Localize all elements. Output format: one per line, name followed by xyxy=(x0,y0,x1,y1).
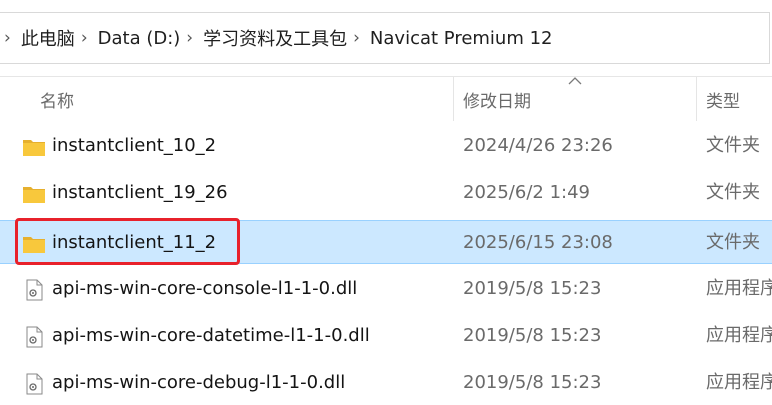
file-name: api-ms-win-core-console-l1-1-0.dll xyxy=(52,278,358,299)
breadcrumb-item-drive[interactable]: › Data (D:) xyxy=(75,28,180,49)
breadcrumb-item-study-folder[interactable]: › 学习资料及工具包 xyxy=(180,25,347,51)
file-name: instantclient_19_26 xyxy=(52,182,228,203)
column-header-label: 名称 xyxy=(40,91,74,112)
chevron-right-icon[interactable]: › xyxy=(186,28,193,48)
file-type: 应用程序扩展 xyxy=(706,278,772,299)
column-header-type[interactable]: 类型 xyxy=(706,77,772,121)
breadcrumb-item-this-pc[interactable]: › 此电脑 xyxy=(0,25,75,51)
chevron-right-icon[interactable]: › xyxy=(81,28,88,48)
sort-ascending-icon xyxy=(568,77,582,85)
column-divider[interactable] xyxy=(696,77,697,121)
file-type: 文件夹 xyxy=(706,182,760,203)
folder-icon xyxy=(23,140,45,156)
breadcrumb-item-navicat[interactable]: › Navicat Premium 12 xyxy=(347,28,552,49)
breadcrumb[interactable]: › 此电脑 › Data (D:) › 学习资料及工具包 › Navicat P… xyxy=(0,12,770,64)
column-divider[interactable] xyxy=(453,77,454,121)
file-date: 2025/6/2 1:49 xyxy=(463,182,590,203)
file-type: 应用程序扩展 xyxy=(706,325,772,346)
breadcrumb-label[interactable]: Navicat Premium 12 xyxy=(370,28,553,49)
list-item[interactable]: instantclient_10_2 2024/4/26 23:26 文件夹 xyxy=(0,124,772,168)
list-item[interactable]: api-ms-win-core-datetime-l1-1-0.dll 2019… xyxy=(0,314,772,358)
file-type: 应用程序扩展 xyxy=(706,372,772,393)
breadcrumb-label[interactable]: Data (D:) xyxy=(98,28,181,49)
highlight-annotation xyxy=(15,218,240,265)
column-header-name[interactable]: 名称 xyxy=(40,77,452,121)
dll-file-icon xyxy=(26,279,43,301)
file-date: 2025/6/15 23:08 xyxy=(463,232,613,253)
column-header-label: 修改日期 xyxy=(463,91,531,112)
column-header-label: 类型 xyxy=(706,91,740,112)
column-header: 名称 修改日期 类型 xyxy=(0,77,772,121)
chevron-right-icon[interactable]: › xyxy=(353,28,360,48)
folder-icon xyxy=(23,187,45,203)
file-date: 2024/4/26 23:26 xyxy=(463,135,613,156)
dll-file-icon xyxy=(26,326,43,348)
list-item[interactable]: instantclient_19_26 2025/6/2 1:49 文件夹 xyxy=(0,171,772,215)
file-name: instantclient_10_2 xyxy=(52,135,217,156)
list-item[interactable]: api-ms-win-core-console-l1-1-0.dll 2019/… xyxy=(0,267,772,311)
address-bar[interactable]: › 此电脑 › Data (D:) › 学习资料及工具包 › Navicat P… xyxy=(0,0,772,77)
file-date: 2019/5/8 15:23 xyxy=(463,372,602,393)
file-date: 2019/5/8 15:23 xyxy=(463,278,602,299)
file-name: api-ms-win-core-debug-l1-1-0.dll xyxy=(52,372,346,393)
file-type: 文件夹 xyxy=(706,232,760,253)
list-item[interactable]: api-ms-win-core-debug-l1-1-0.dll 2019/5/… xyxy=(0,361,772,405)
file-type: 文件夹 xyxy=(706,135,760,156)
file-date: 2019/5/8 15:23 xyxy=(463,325,602,346)
dll-file-icon xyxy=(26,373,43,395)
chevron-right-icon[interactable]: › xyxy=(4,28,11,48)
file-name: api-ms-win-core-datetime-l1-1-0.dll xyxy=(52,325,370,346)
breadcrumb-label[interactable]: 此电脑 xyxy=(21,25,75,51)
breadcrumb-label[interactable]: 学习资料及工具包 xyxy=(203,25,347,51)
